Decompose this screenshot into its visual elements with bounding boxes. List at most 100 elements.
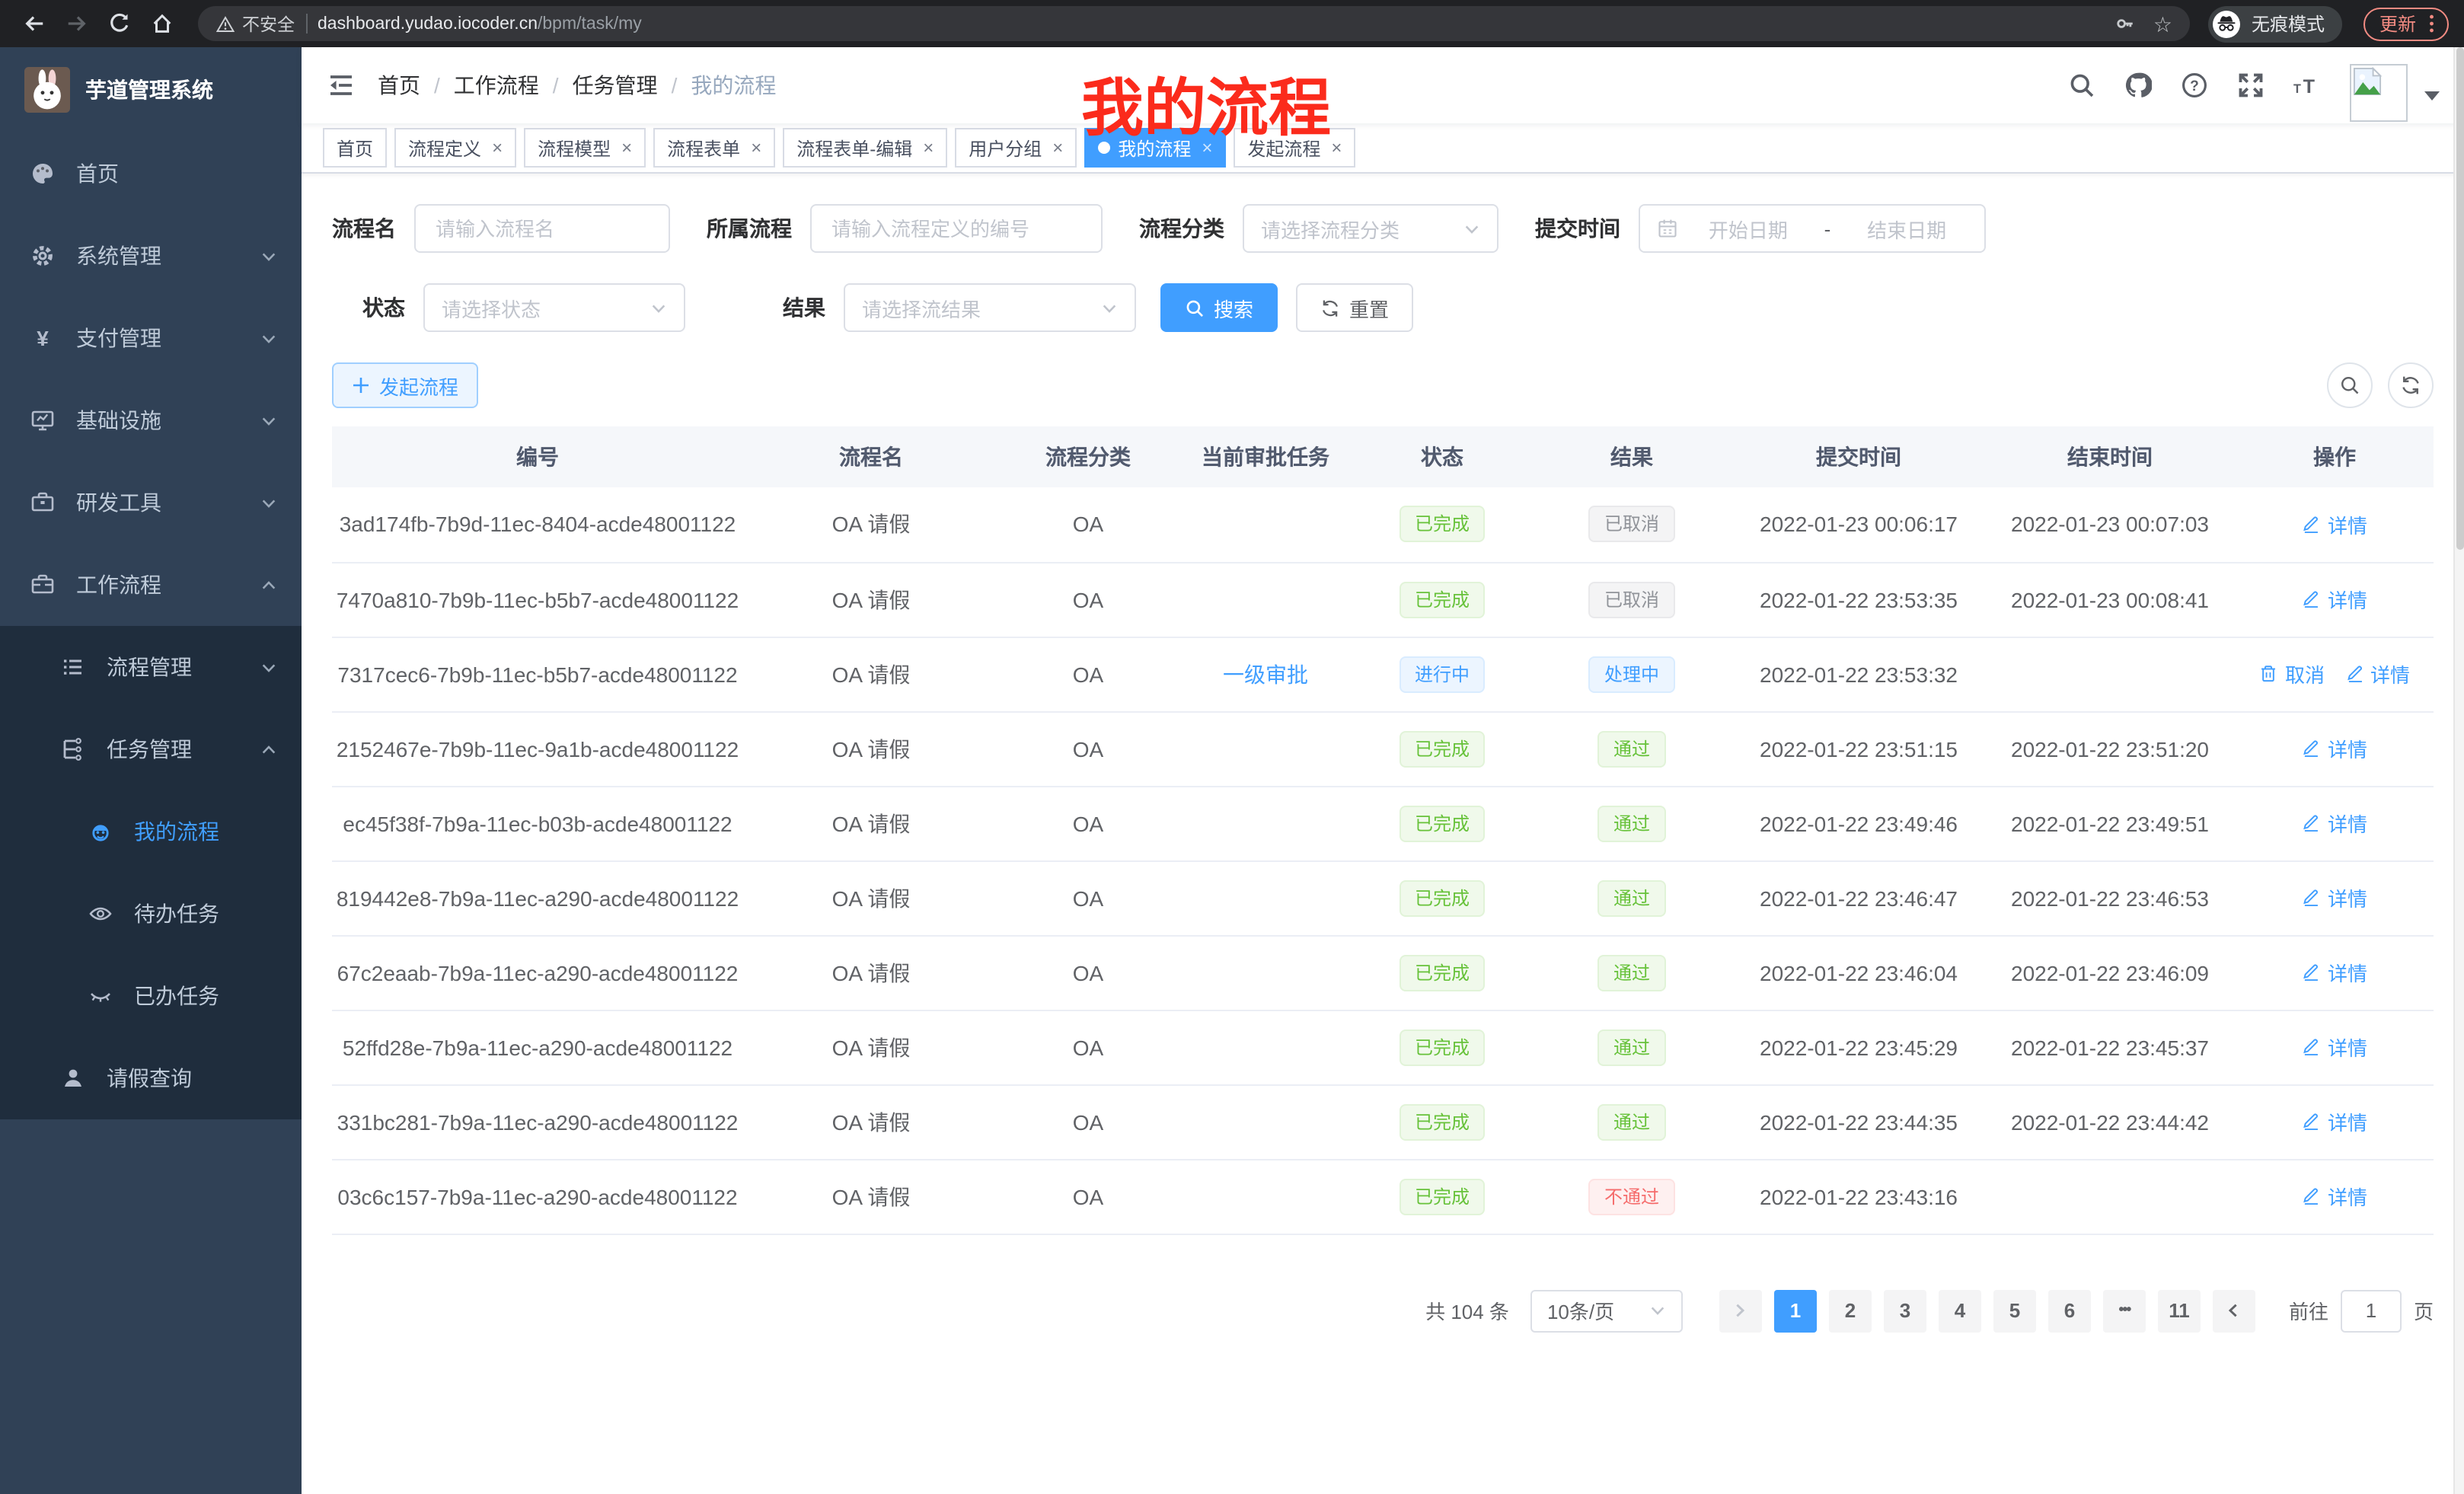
action-详情[interactable]: 详情 <box>2302 1033 2367 1061</box>
action-详情[interactable]: 详情 <box>2302 883 2367 912</box>
action-详情[interactable]: 详情 <box>2344 659 2410 688</box>
edit-icon <box>2302 515 2322 535</box>
tab-3[interactable]: 流程表单× <box>653 128 775 168</box>
row-actions: 详情 <box>2302 883 2367 912</box>
result-select[interactable]: 请选择流结果 <box>844 283 1136 332</box>
cell-result: 已取消 <box>1530 487 1733 562</box>
page-button-6[interactable]: 6 <box>2048 1289 2091 1332</box>
chevron-up-icon <box>260 741 277 758</box>
page-button-5[interactable]: 5 <box>1993 1289 2036 1332</box>
action-详情[interactable]: 详情 <box>2302 809 2367 838</box>
page-button-11[interactable]: 11 <box>2158 1289 2201 1332</box>
category-select[interactable]: 请选择流程分类 <box>1243 204 1499 253</box>
scrollbar-thumb[interactable] <box>2456 47 2464 550</box>
start-process-button[interactable]: 发起流程 <box>332 362 478 408</box>
status-badge: 已完成 <box>1400 506 1485 543</box>
help-icon[interactable]: ? <box>2181 72 2208 99</box>
scrollbar[interactable] <box>2453 47 2464 1494</box>
sidebar-item-9[interactable]: 待办任务 <box>0 873 302 955</box>
kebab-menu-icon[interactable] <box>2428 14 2434 34</box>
security-status[interactable]: 不安全 <box>216 11 295 36</box>
browser-reload-button[interactable] <box>101 5 137 42</box>
search-icon[interactable] <box>2068 72 2095 99</box>
breadcrumb-item[interactable]: 任务管理 <box>573 70 658 101</box>
action-详情[interactable]: 详情 <box>2302 510 2367 539</box>
sidebar: 芋道管理系统 首页系统管理¥支付管理基础设施研发工具工作流程流程管理任务管理我的… <box>0 47 302 1494</box>
action-详情[interactable]: 详情 <box>2302 1107 2367 1136</box>
page-button-1[interactable]: 1 <box>1774 1289 1817 1332</box>
cell-end-time: 2022-01-23 00:08:41 <box>1984 562 2236 637</box>
sidebar-item-5[interactable]: 工作流程 <box>0 544 302 626</box>
sidebar-item-4[interactable]: 研发工具 <box>0 461 302 544</box>
page-button-3[interactable]: 3 <box>1884 1289 1926 1332</box>
date-range-picker[interactable]: 开始日期 - 结束日期 <box>1639 204 1986 253</box>
cell-process-name: OA 请假 <box>743 786 999 860</box>
close-icon[interactable]: × <box>621 139 632 157</box>
prev-page-button[interactable] <box>1719 1289 1762 1332</box>
avatar[interactable] <box>2350 64 2408 122</box>
close-icon[interactable]: × <box>923 139 934 157</box>
address-bar[interactable]: 不安全 dashboard.yudao.iocoder.cn/bpm/task/… <box>198 6 2191 41</box>
close-icon[interactable]: × <box>1331 139 1342 157</box>
status-select[interactable]: 请选择状态 <box>423 283 685 332</box>
sidebar-item-10[interactable]: 已办任务 <box>0 955 302 1037</box>
tab-2[interactable]: 流程模型× <box>524 128 646 168</box>
parent-process-input[interactable] <box>828 215 1084 241</box>
tab-5[interactable]: 用户分组× <box>955 128 1077 168</box>
date-separator: - <box>1818 217 1837 240</box>
current-task-link[interactable]: 一级审批 <box>1223 662 1308 686</box>
page-ellipsis[interactable]: ••• <box>2103 1289 2146 1332</box>
page-button-4[interactable]: 4 <box>1939 1289 1981 1332</box>
breadcrumb-item[interactable]: 工作流程 <box>454 70 539 101</box>
goto-page-input[interactable] <box>2341 1289 2402 1332</box>
close-icon[interactable]: × <box>751 139 761 157</box>
tab-0[interactable]: 首页 <box>323 128 387 168</box>
next-page-button[interactable] <box>2213 1289 2255 1332</box>
refresh-table-button[interactable] <box>2388 362 2434 408</box>
sidebar-item-3[interactable]: 基础设施 <box>0 379 302 461</box>
sidebar-item-0[interactable]: 首页 <box>0 132 302 215</box>
page-button-2[interactable]: 2 <box>1829 1289 1872 1332</box>
github-icon[interactable] <box>2124 72 2152 99</box>
page-size-select[interactable]: 10条/页 <box>1530 1289 1683 1332</box>
briefcase-icon <box>30 573 55 597</box>
edit-icon <box>2302 888 2322 908</box>
result-placeholder: 请选择流结果 <box>862 293 981 322</box>
sidebar-item-6[interactable]: 流程管理 <box>0 626 302 708</box>
browser-forward-button[interactable] <box>58 5 94 42</box>
font-size-icon[interactable]: TT <box>2293 72 2321 99</box>
show-search-button[interactable] <box>2327 362 2373 408</box>
breadcrumb: 首页/工作流程/任务管理/我的流程 <box>378 70 776 101</box>
process-name-input[interactable] <box>432 215 652 241</box>
cell-result: 不通过 <box>1530 1159 1733 1234</box>
action-详情[interactable]: 详情 <box>2302 734 2367 763</box>
action-详情[interactable]: 详情 <box>2302 958 2367 987</box>
hamburger-icon[interactable] <box>326 70 356 101</box>
close-icon[interactable]: × <box>1052 139 1063 157</box>
close-icon[interactable]: × <box>492 139 503 157</box>
browser-home-button[interactable] <box>143 5 180 42</box>
sidebar-item-11[interactable]: 请假查询 <box>0 1037 302 1119</box>
action-label: 详情 <box>2328 958 2367 987</box>
chevron-down-icon[interactable] <box>2424 91 2440 101</box>
status-badge: 已完成 <box>1400 730 1485 767</box>
bookmark-star-icon[interactable]: ☆ <box>2153 13 2172 34</box>
search-button[interactable]: 搜索 <box>1160 283 1278 332</box>
tab-label: 首页 <box>337 135 373 161</box>
sidebar-item-8[interactable]: 我的流程 <box>0 790 302 873</box>
tab-4[interactable]: 流程表单-编辑× <box>783 128 947 168</box>
action-详情[interactable]: 详情 <box>2302 585 2367 614</box>
tab-1[interactable]: 流程定义× <box>394 128 516 168</box>
app-logo[interactable]: 芋道管理系统 <box>0 47 302 132</box>
action-取消[interactable]: 取消 <box>2259 659 2325 688</box>
sidebar-item-2[interactable]: ¥支付管理 <box>0 297 302 379</box>
fullscreen-icon[interactable] <box>2237 72 2265 99</box>
breadcrumb-item[interactable]: 首页 <box>378 70 420 101</box>
browser-back-button[interactable] <box>15 5 52 42</box>
sidebar-item-1[interactable]: 系统管理 <box>0 215 302 297</box>
key-icon[interactable] <box>2115 14 2135 34</box>
sidebar-item-7[interactable]: 任务管理 <box>0 708 302 790</box>
reset-button[interactable]: 重置 <box>1296 283 1413 332</box>
browser-update-button[interactable]: 更新 <box>2364 7 2449 40</box>
action-详情[interactable]: 详情 <box>2302 1182 2367 1211</box>
